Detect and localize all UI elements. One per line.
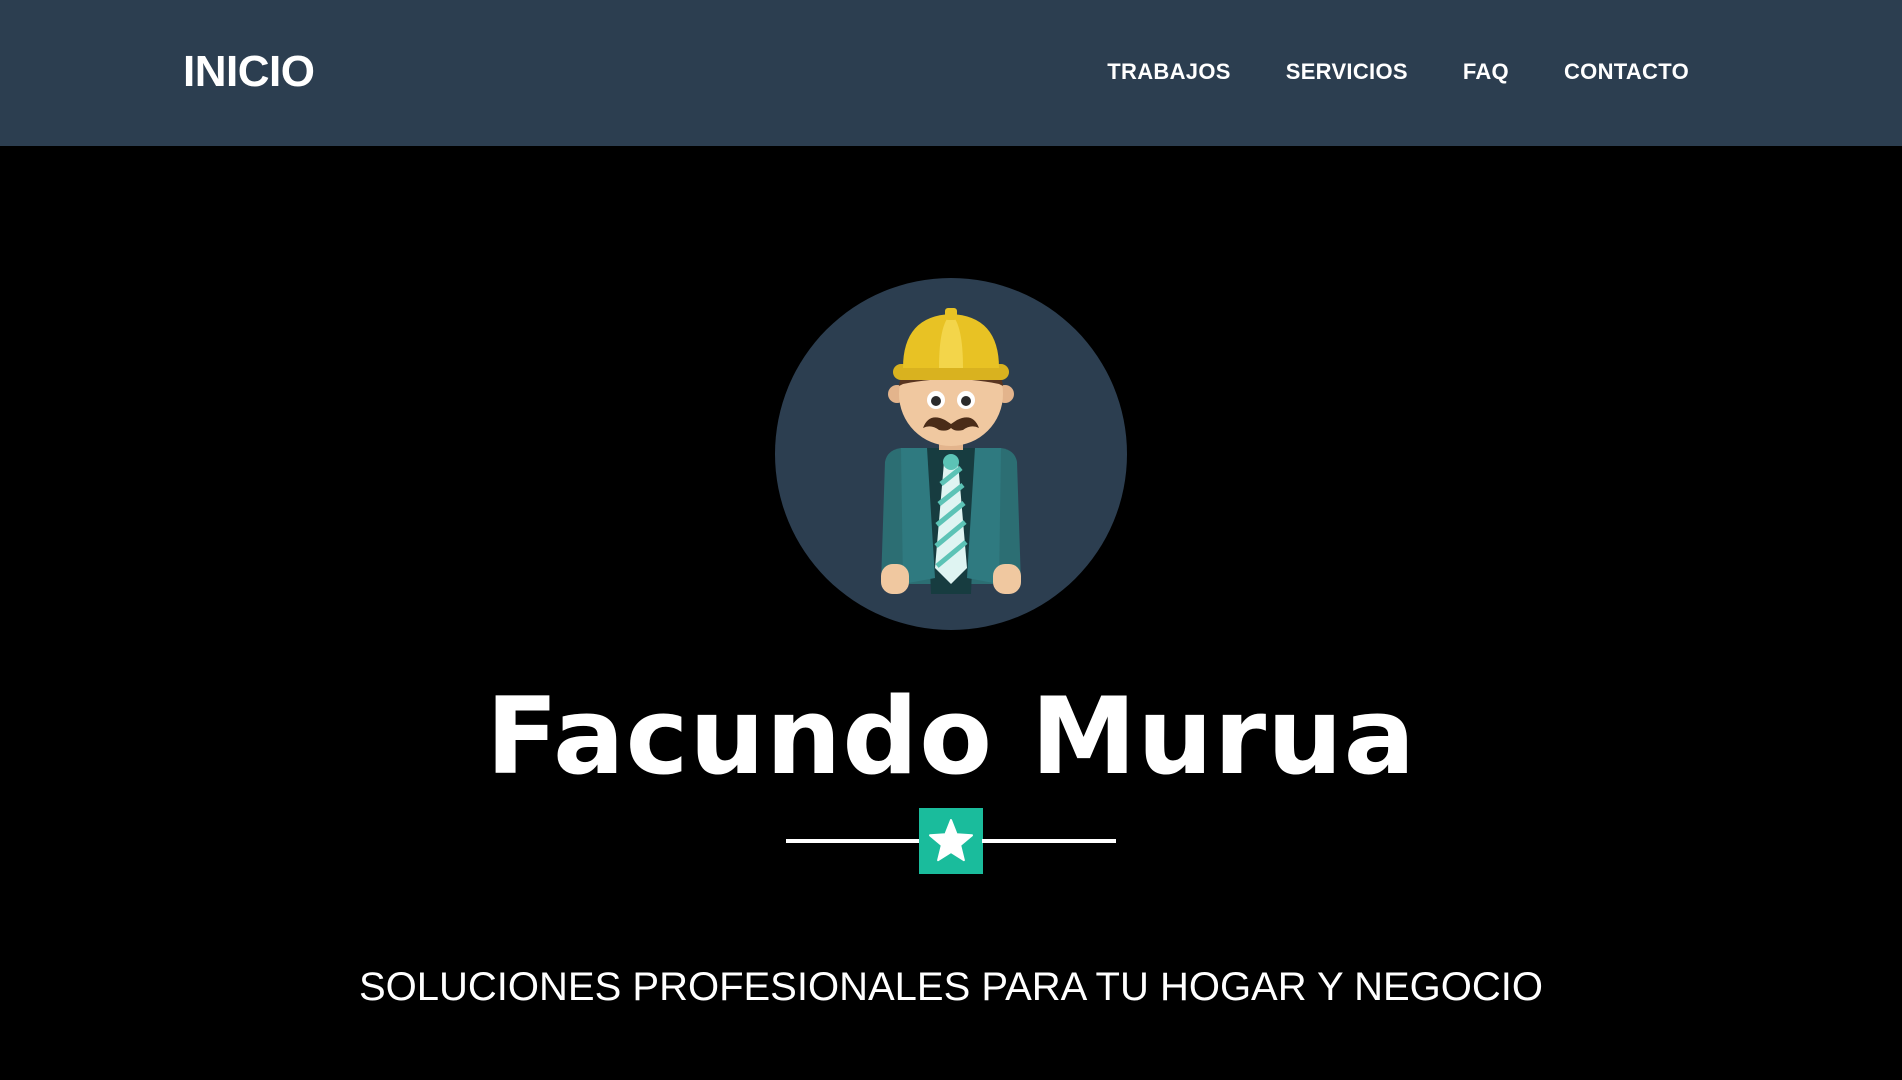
star-badge (919, 808, 983, 874)
divider-line-right (982, 839, 1116, 843)
hero-name: Facundo Murua (485, 675, 1417, 798)
star-icon (929, 819, 973, 862)
nav-links: TRABAJOS SERVICIOS FAQ CONTACTO (1107, 58, 1689, 86)
hero-tagline: SOLUCIONES PROFESIONALES PARA TU HOGAR Y… (358, 965, 1543, 1009)
nav-link-trabajos[interactable]: TRABAJOS (1107, 58, 1230, 86)
divider-line-left (786, 839, 920, 843)
nav-link-servicios[interactable]: SERVICIOS (1286, 58, 1408, 86)
construction-worker-icon (775, 278, 1127, 630)
nav-link-faq[interactable]: FAQ (1463, 58, 1509, 86)
star-divider (786, 808, 1116, 874)
navbar: INICIO TRABAJOS SERVICIOS FAQ CONTACTO (0, 0, 1902, 146)
nav-link-contacto[interactable]: CONTACTO (1564, 58, 1689, 86)
brand-link[interactable]: INICIO (183, 45, 315, 99)
